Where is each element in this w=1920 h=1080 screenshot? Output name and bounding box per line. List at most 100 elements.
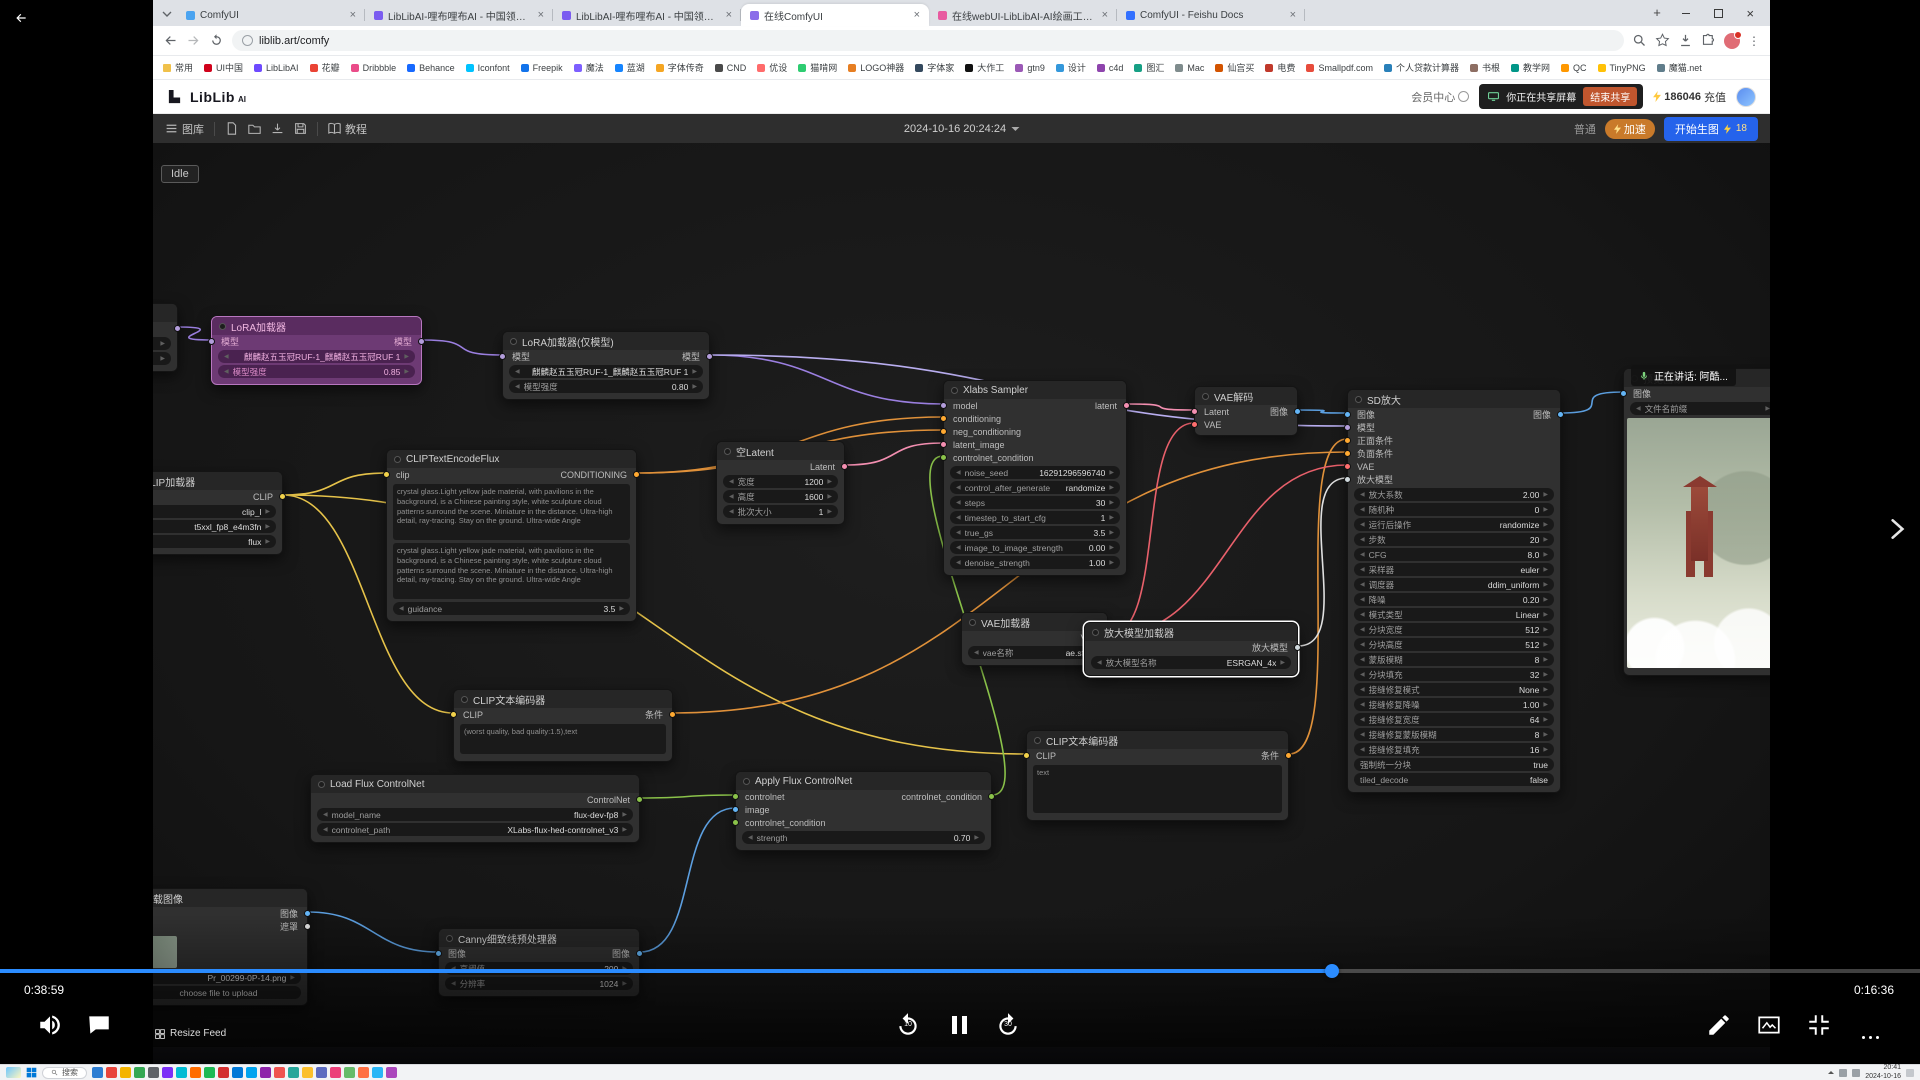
- taskbar-app-icon[interactable]: [176, 1067, 187, 1078]
- tab-close-icon[interactable]: [1290, 9, 1296, 21]
- taskbar-app-icon[interactable]: [372, 1067, 383, 1078]
- video-timeline[interactable]: [0, 969, 1920, 973]
- generate-button[interactable]: 开始生图 18: [1664, 117, 1758, 141]
- taskbar-app-icon[interactable]: [162, 1067, 173, 1078]
- input-port[interactable]: [732, 793, 739, 800]
- taskbar-app-icon[interactable]: [386, 1067, 397, 1078]
- node-widget[interactable]: 降噪0.20: [1354, 593, 1554, 606]
- recharge-link[interactable]: 充值: [1704, 89, 1726, 105]
- node-widget[interactable]: [153, 337, 171, 350]
- node-widget[interactable]: 接缝修复模式None: [1354, 683, 1554, 696]
- node-widget[interactable]: control_after_generaterandomize: [950, 481, 1120, 494]
- node-apply-flux-controlnet[interactable]: Apply Flux ControlNetcontrolnetcontrolne…: [735, 771, 992, 851]
- node-widget[interactable]: 高度1600: [723, 490, 838, 503]
- taskbar-search[interactable]: 搜索: [42, 1067, 87, 1079]
- taskbar-app-icon[interactable]: [120, 1067, 131, 1078]
- doc-icon[interactable]: [225, 122, 238, 135]
- input-port[interactable]: [940, 402, 947, 409]
- tab-search-icon[interactable]: [159, 6, 175, 22]
- input-port[interactable]: [1344, 450, 1351, 457]
- bookmark-item[interactable]: QC: [1561, 63, 1587, 73]
- network-icon[interactable]: [1839, 1069, 1847, 1077]
- bookmark-item[interactable]: LibLibAI: [254, 63, 299, 73]
- node-widget[interactable]: 强制统一分块true: [1354, 758, 1554, 771]
- minimize-icon[interactable]: [1670, 0, 1702, 26]
- node-widget[interactable]: 放大模型名称ESRGAN_4x: [1091, 656, 1291, 669]
- notification-icon[interactable]: [1906, 1069, 1914, 1077]
- site-info-icon[interactable]: [242, 35, 253, 46]
- output-port[interactable]: [174, 325, 181, 332]
- node-widget[interactable]: 步数20: [1354, 533, 1554, 546]
- collapse-icon[interactable]: [461, 696, 468, 703]
- node-empty-latent[interactable]: 空LatentLatent宽度1200高度1600批次大小1: [716, 441, 845, 525]
- output-port[interactable]: [1557, 411, 1564, 418]
- bookmark-item[interactable]: 教学网: [1511, 61, 1550, 74]
- screenshot-icon[interactable]: [1756, 1012, 1782, 1038]
- node-widget[interactable]: controlnet_pathXLabs-flux-hed-controlnet…: [317, 823, 633, 836]
- output-port[interactable]: [1285, 752, 1292, 759]
- forward-30-icon[interactable]: 30: [995, 1012, 1021, 1038]
- browser-tab[interactable]: ComfyUI: [177, 4, 365, 26]
- node-canny-preprocessor[interactable]: Canny细致线预处理器图像图像高阈值200分辨率1024: [438, 928, 640, 997]
- input-port[interactable]: [940, 441, 947, 448]
- bookmark-item[interactable]: 猫啃网: [798, 61, 837, 74]
- bookmark-item[interactable]: Dribbble: [351, 63, 397, 73]
- node-widget[interactable]: vae名称ae.sft: [968, 646, 1101, 659]
- node-widget[interactable]: [153, 352, 171, 365]
- collapse-icon[interactable]: [1092, 629, 1099, 636]
- tab-close-icon[interactable]: [350, 9, 356, 21]
- input-port[interactable]: [435, 950, 442, 957]
- collapse-icon[interactable]: [219, 323, 226, 330]
- forward-icon[interactable]: [186, 33, 201, 48]
- node-sd-upscale[interactable]: SD放大图像图像模型正面条件负面条件VAE放大模型放大系数2.00随机种0运行后…: [1347, 389, 1561, 793]
- prompt-textarea[interactable]: crystal glass.Light yellow jade material…: [393, 543, 630, 599]
- node-clipped-loader[interactable]: [153, 303, 178, 372]
- node-widget[interactable]: clip_l: [153, 505, 276, 518]
- node-xlabs-sampler[interactable]: Xlabs Samplermodellatentconditioningneg_…: [943, 380, 1127, 576]
- node-widget[interactable]: t5xxl_fp8_e4m3fn: [153, 520, 276, 533]
- input-port[interactable]: [383, 471, 390, 478]
- node-widget[interactable]: tiled_decodefalse: [1354, 773, 1554, 786]
- stop-share-button[interactable]: 结束共享: [1583, 87, 1637, 106]
- output-port[interactable]: [279, 493, 286, 500]
- taskbar-app-icon[interactable]: [260, 1067, 271, 1078]
- taskbar-app-icon[interactable]: [246, 1067, 257, 1078]
- bookmark-item[interactable]: c4d: [1097, 63, 1124, 73]
- bookmark-item[interactable]: Freepik: [521, 63, 563, 73]
- taskbar-app-icon[interactable]: [106, 1067, 117, 1078]
- output-port[interactable]: [418, 338, 425, 345]
- output-port[interactable]: [633, 471, 640, 478]
- volume-tray-icon[interactable]: [1852, 1069, 1860, 1077]
- node-widget[interactable]: timestep_to_start_cfg1: [950, 511, 1120, 524]
- node-widget[interactable]: 分块高度512: [1354, 638, 1554, 651]
- node-widget[interactable]: model_nameflux-dev-fp8: [317, 808, 633, 821]
- node-widget[interactable]: strength0.70: [742, 831, 985, 844]
- zoom-icon[interactable]: [1632, 33, 1647, 48]
- node-load-flux-controlnet[interactable]: Load Flux ControlNetControlNetmodel_name…: [310, 774, 640, 843]
- node-widget[interactable]: 模式类型Linear: [1354, 608, 1554, 621]
- input-port[interactable]: [940, 428, 947, 435]
- mode-normal-button[interactable]: 普通: [1574, 121, 1596, 137]
- prompt-textarea[interactable]: crystal glass.Light yellow jade material…: [393, 484, 630, 540]
- input-port[interactable]: [1191, 421, 1198, 428]
- member-center-link[interactable]: 会员中心: [1411, 89, 1469, 105]
- bookmark-item[interactable]: Behance: [407, 63, 455, 73]
- node-widget[interactable]: 分块宽度512: [1354, 623, 1554, 636]
- collapse-icon[interactable]: [510, 338, 517, 345]
- weather-icon[interactable]: [6, 1067, 21, 1078]
- taskbar-app-icon[interactable]: [218, 1067, 229, 1078]
- prompt-textarea[interactable]: (worst quality, bad quality:1.5),text: [460, 724, 666, 754]
- collapse-icon[interactable]: [1355, 396, 1362, 403]
- taskbar-app-icon[interactable]: [274, 1067, 285, 1078]
- url-box[interactable]: liblib.art/comfy: [232, 30, 1624, 51]
- extensions-icon[interactable]: [1701, 33, 1716, 48]
- node-widget[interactable]: 接缝修复蒙版模糊8: [1354, 728, 1554, 741]
- output-port[interactable]: [706, 353, 713, 360]
- bookmark-item[interactable]: 优设: [757, 61, 787, 74]
- node-clip-encode-neg[interactable]: CLIP文本编码器CLIP条件(worst quality, bad quali…: [453, 689, 673, 762]
- bookmark-item[interactable]: 大作工: [965, 61, 1004, 74]
- bookmark-item[interactable]: Smallpdf.com: [1306, 63, 1373, 73]
- browser-tab[interactable]: 在线ComfyUI: [741, 4, 929, 26]
- back-icon[interactable]: [163, 33, 178, 48]
- input-port[interactable]: [940, 415, 947, 422]
